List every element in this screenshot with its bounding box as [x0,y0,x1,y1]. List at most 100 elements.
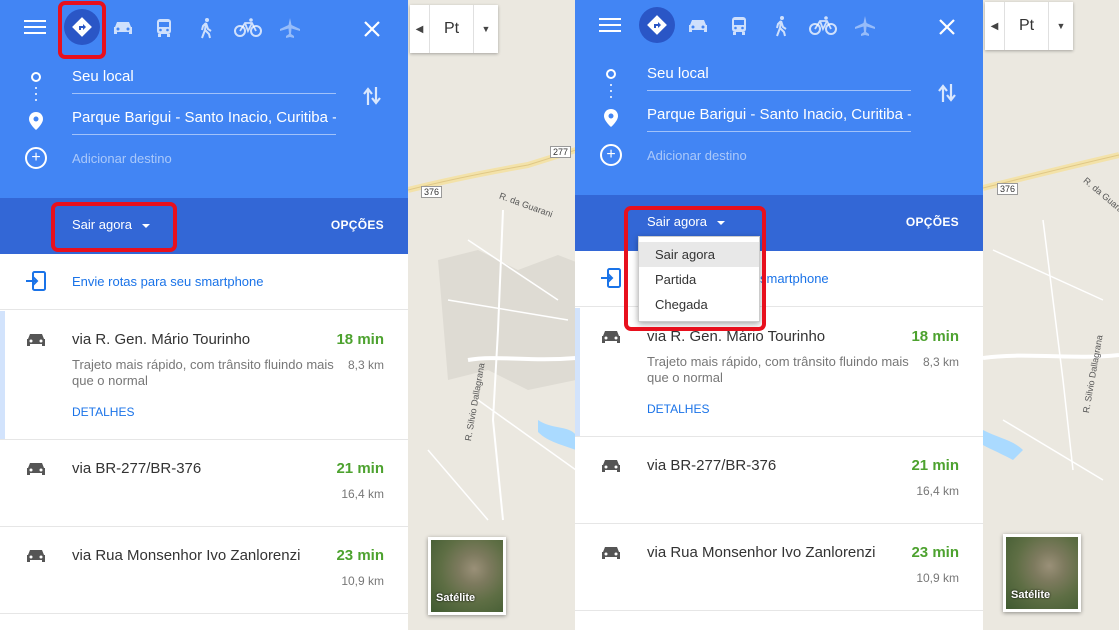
directions-icon[interactable] [64,9,100,45]
depart-options-bar: Sair agora OPÇÕES [0,198,408,254]
language-label: Pt [430,5,474,53]
route-time: 21 min [336,460,384,477]
route-distance: 8,3 km [347,358,384,372]
bicycle-icon[interactable] [805,8,841,44]
route-distance: 10,9 km [916,571,959,585]
walk-icon[interactable] [188,10,224,46]
car-icon[interactable] [680,8,716,44]
route-time: 18 min [336,331,384,348]
flight-icon[interactable] [847,8,883,44]
route-name: via Rua Monsenhor Ivo Zanlorenzi [647,544,876,561]
route-distance: 16,4 km [341,487,384,501]
directions-header: Seu local Parque Barigui - Santo Inacio,… [0,0,408,198]
depart-options-bar: Sair agora OPÇÕES [575,195,983,251]
directions-header: Seu local Parque Barigui - Santo Inacio,… [575,0,983,195]
add-icon[interactable]: + [600,144,622,166]
map-area-left[interactable]: 277 376 R. da Guarani R. Silvio Dallagra… [408,0,576,630]
route-name: via BR-277/BR-376 [647,457,777,474]
travel-mode-bar [575,7,983,48]
menu-icon[interactable] [24,20,46,40]
send-to-phone-link[interactable]: smartphone [760,271,829,286]
depart-option-departure[interactable]: Partida [639,267,759,292]
car-icon [25,460,47,483]
route-distance: 16,4 km [916,484,959,498]
send-to-phone-icon [25,271,47,296]
options-button[interactable]: OPÇÕES [906,215,959,229]
depart-time-dropdown: Sair agora Partida Chegada [638,236,760,322]
depart-time-label: Sair agora [647,214,707,229]
origin-input[interactable]: Seu local [72,68,336,94]
add-icon[interactable]: + [25,147,47,169]
map-roads-left [408,0,576,630]
depart-time-label: Sair agora [72,217,132,232]
route-name: via BR-277/BR-376 [72,460,202,477]
route-shield-376-right: 376 [997,183,1019,195]
car-icon [600,544,622,567]
car-icon [600,328,622,351]
route-option-3[interactable]: via Rua Monsenhor Ivo Zanlorenzi 23 min … [575,524,983,611]
route-option-3[interactable]: via Rua Monsenhor Ivo Zanlorenzi 23 min … [0,527,408,614]
destination-input[interactable]: Parque Barigui - Santo Inacio, Curitiba … [72,109,336,135]
route-name: via R. Gen. Mário Tourinho [72,331,251,348]
route-dots-icon [35,87,37,105]
origin-input[interactable]: Seu local [647,65,911,91]
destination-pin-icon [604,109,618,132]
transit-icon[interactable] [721,8,757,44]
language-control: ◀ Pt ▼ [410,5,498,53]
route-name: via R. Gen. Mário Tourinho [647,328,826,345]
route-time: 23 min [336,547,384,564]
satellite-toggle[interactable]: Satélite [428,537,506,615]
car-icon [600,457,622,480]
directions-panel-right: Seu local Parque Barigui - Santo Inacio,… [575,0,983,630]
menu-icon[interactable] [599,18,621,38]
language-control-right: ◀ Pt ▼ [985,2,1073,50]
options-button[interactable]: OPÇÕES [331,218,384,232]
route-option-1[interactable]: via R. Gen. Mário Tourinho 18 min Trajet… [575,308,983,437]
satellite-toggle-right[interactable]: Satélite [1003,534,1081,612]
route-shield-376: 376 [421,186,443,198]
route-description: Trajeto mais rápido, com trânsito fluind… [72,357,334,388]
send-to-phone-row[interactable]: smartphone [575,251,983,307]
walk-icon[interactable] [763,8,799,44]
flight-icon[interactable] [272,10,308,46]
swap-icon[interactable] [937,82,957,109]
car-icon [25,331,47,354]
depart-option-arrival[interactable]: Chegada [639,292,759,317]
add-destination[interactable]: Adicionar destino [72,151,172,166]
depart-time-select[interactable]: Sair agora [72,217,150,232]
map-area-right[interactable]: 376 R. da Guara R. Silvio Dallagrana ◀ P… [983,0,1119,630]
route-name: via Rua Monsenhor Ivo Zanlorenzi [72,547,301,564]
send-to-phone-icon [600,268,622,293]
route-option-2[interactable]: via BR-277/BR-376 21 min 16,4 km [0,440,408,527]
satellite-label: Satélite [436,592,476,604]
satellite-label-right: Satélite [1011,589,1051,601]
swap-icon[interactable] [362,85,382,112]
send-to-phone-row[interactable]: Envie rotas para seu smartphone [0,254,408,310]
car-icon[interactable] [105,10,141,46]
route-option-2[interactable]: via BR-277/BR-376 21 min 16,4 km [575,437,983,524]
route-option-1[interactable]: via R. Gen. Mário Tourinho 18 min Trajet… [0,311,408,440]
language-dropdown-button-right[interactable]: ▼ [1049,2,1073,50]
close-icon[interactable] [362,19,382,39]
depart-time-select[interactable]: Sair agora [647,214,725,229]
route-details-link[interactable]: DETALHES [647,402,709,416]
transit-icon[interactable] [146,10,182,46]
close-icon[interactable] [937,17,957,37]
destination-pin-icon [29,112,43,135]
route-details-link[interactable]: DETALHES [72,405,134,419]
destination-input[interactable]: Parque Barigui - Santo Inacio, Curitiba … [647,106,911,132]
origin-marker-icon [31,72,41,82]
send-to-phone-link[interactable]: Envie rotas para seu smartphone [72,274,264,289]
bicycle-icon[interactable] [230,10,266,46]
route-distance: 10,9 km [341,574,384,588]
directions-icon[interactable] [639,7,675,43]
route-time: 18 min [911,328,959,345]
depart-option-leave-now[interactable]: Sair agora [639,242,759,267]
collapse-panel-button-right[interactable]: ◀ [985,2,1005,50]
add-destination[interactable]: Adicionar destino [647,148,747,163]
route-time: 23 min [911,544,959,561]
language-dropdown-button[interactable]: ▼ [474,5,498,53]
origin-marker-icon [606,69,616,79]
collapse-panel-button[interactable]: ◀ [410,5,430,53]
chevron-down-icon [716,220,725,225]
